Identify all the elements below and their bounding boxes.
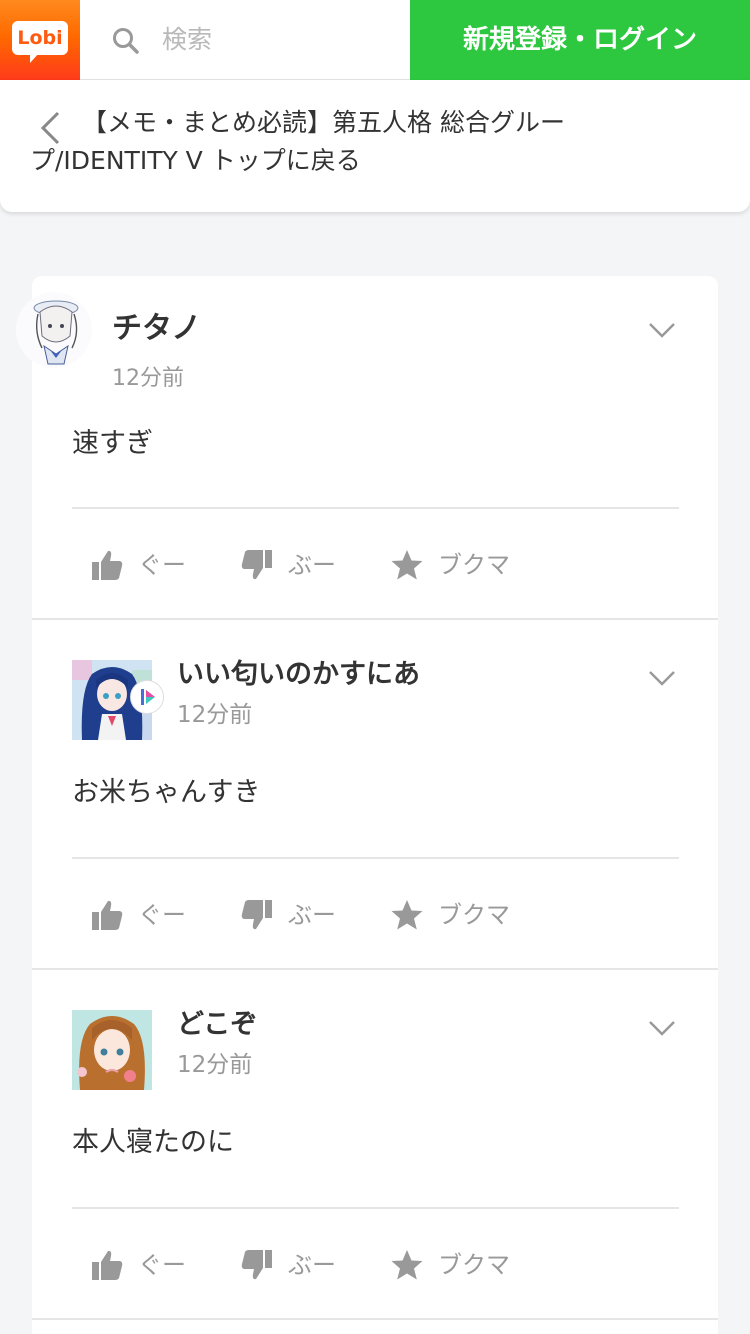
good-label: ぐー [138,1251,186,1279]
thumbs-up-icon [92,550,123,580]
post-body: 本人寝たのに [72,1127,234,1158]
bookmark-button[interactable]: ブクマ [390,545,510,585]
chevron-down-icon[interactable] [648,322,676,338]
thumbs-up-icon [92,900,123,930]
boo-label: ぶー [288,901,336,929]
post-feed: チタノ 12分前 速すぎ ぐー ぶー ブクマ いい匂いのかすにあ 12分前 お米… [16,276,718,1334]
post-author[interactable]: いい匂いのかすにあ [177,658,420,692]
divider [72,1207,679,1209]
post-author[interactable]: どこぞ [177,1008,257,1042]
thumbs-down-icon [241,900,272,930]
good-button[interactable]: ぐー [90,1245,186,1285]
bookmark-button[interactable]: ブクマ [390,1245,510,1285]
post-time: 12分前 [177,1052,253,1078]
divider [72,857,679,859]
avatar[interactable] [16,292,92,368]
thumbs-down-icon [241,1250,272,1280]
star-icon [391,1250,423,1280]
search-placeholder: 検索 [162,25,213,54]
thumbs-up-icon [92,1250,123,1280]
post-time: 12分前 [177,702,253,728]
bookmark-button[interactable]: ブクマ [390,895,510,935]
logo-bubble-tail [30,53,39,63]
star-icon [391,900,423,930]
divider [72,507,679,509]
good-label: ぐー [138,901,186,929]
post-item: どこぞ 12分前 本人寝たのに ぐー ぶー ブクマ [32,970,718,1320]
good-label: ぐー [138,551,186,579]
breadcrumb: 【メモ・まとめ必読】第五人格 総合グループ/IDENTITY V トップに戻る [0,80,750,212]
signup-login-button[interactable]: 新規登録・ログイン [410,0,750,80]
chevron-down-icon[interactable] [648,1020,676,1036]
post-actions: ぐー ぶー ブクマ [90,1245,590,1285]
good-button[interactable]: ぐー [90,895,186,935]
avatar[interactable] [72,1010,152,1090]
post-item: いい匂いのかすにあ 12分前 お米ちゃんすき ぐー ぶー ブクマ [32,620,718,970]
logo-text: Lobi [12,21,68,55]
boo-button[interactable]: ぶー [240,545,336,585]
star-icon [391,550,423,580]
lobi-badge [130,680,164,714]
bookmark-label: ブクマ [438,1251,510,1279]
search-box[interactable]: 検索 [80,0,410,80]
good-button[interactable]: ぐー [90,545,186,585]
boo-button[interactable]: ぶー [240,1245,336,1285]
post-actions: ぐー ぶー ブクマ [90,545,590,585]
bookmark-label: ブクマ [438,551,510,579]
post-author[interactable]: チタノ [112,312,201,346]
back-to-top-link[interactable]: 【メモ・まとめ必読】第五人格 総合グループ/IDENTITY V トップに戻る [30,104,630,180]
boo-label: ぶー [288,1251,336,1279]
post-time: 12分前 [112,366,184,391]
post-actions: ぐー ぶー ブクマ [90,895,590,935]
post-item: チタノ 12分前 速すぎ ぐー ぶー ブクマ [16,276,718,620]
bookmark-label: ブクマ [438,901,510,929]
post-item [32,1320,718,1334]
top-bar: Lobi 検索 新規登録・ログイン [0,0,750,80]
lobi-badge-icon [141,689,155,705]
thumbs-down-icon [241,550,272,580]
boo-label: ぶー [288,551,336,579]
boo-button[interactable]: ぶー [240,895,336,935]
post-body: お米ちゃんすき [72,777,261,808]
chevron-down-icon[interactable] [648,670,676,686]
lobi-logo[interactable]: Lobi [0,0,80,80]
search-icon [113,28,139,54]
post-body: 速すぎ [72,428,153,459]
